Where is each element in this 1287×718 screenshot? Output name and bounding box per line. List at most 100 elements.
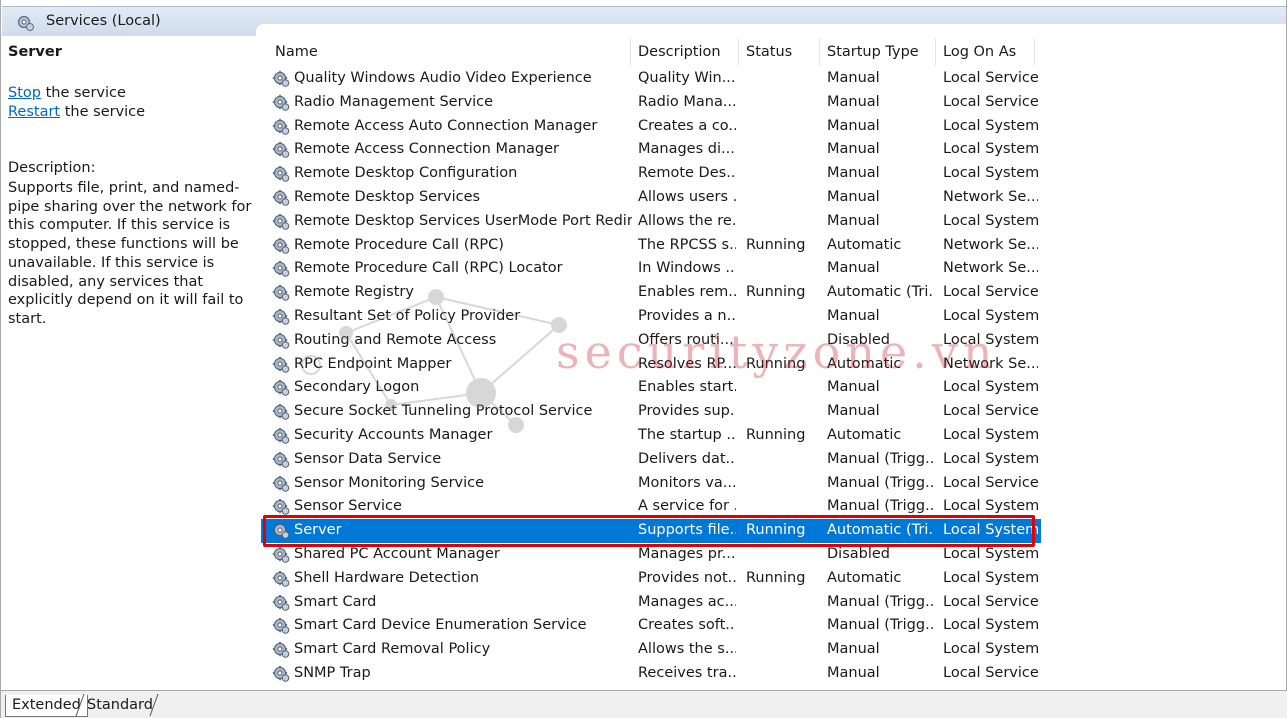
restart-link[interactable]: Restart bbox=[8, 104, 60, 120]
service-gear-icon bbox=[272, 617, 290, 635]
service-log-on-as: Local System bbox=[943, 498, 1038, 515]
service-description: Creates a co... bbox=[638, 117, 736, 134]
table-row[interactable]: Smart Card Removal Policy Allows the s...… bbox=[261, 638, 1041, 662]
table-row[interactable]: RPC Endpoint Mapper Resolves RP... Running… bbox=[261, 353, 1041, 377]
service-name: Smart Card Removal Policy bbox=[294, 641, 491, 658]
service-description: Provides sup... bbox=[638, 403, 736, 420]
table-row[interactable]: Remote Access Connection Manager Manages … bbox=[261, 138, 1041, 162]
column-header-startup-type[interactable]: Startup Type bbox=[821, 38, 936, 66]
column-header-description[interactable]: Description bbox=[632, 38, 739, 66]
service-gear-icon bbox=[272, 356, 290, 374]
selected-service-name: Server bbox=[8, 44, 62, 60]
service-gear-icon bbox=[272, 570, 290, 588]
table-row[interactable]: SNMP Trap Receives tra... Manual Local Serv… bbox=[261, 662, 1041, 686]
list-tab-edge bbox=[256, 24, 1286, 38]
table-row[interactable]: Radio Management Service Radio Mana... Man… bbox=[261, 91, 1041, 115]
service-name: Remote Registry bbox=[294, 284, 414, 301]
service-gear-icon bbox=[272, 237, 290, 255]
table-row[interactable]: Smart Card Device Enumeration Service Cre… bbox=[261, 614, 1041, 638]
service-description: Allows users ... bbox=[638, 189, 736, 205]
service-status: Running bbox=[746, 522, 806, 539]
service-log-on-as: Local System bbox=[943, 141, 1038, 158]
service-name: Remote Procedure Call (RPC) bbox=[294, 236, 504, 253]
service-name: Sensor Monitoring Service bbox=[294, 474, 485, 491]
description-text: Supports file, print, and named-pipe sha… bbox=[8, 180, 252, 327]
service-description: Creates soft... bbox=[638, 617, 736, 634]
table-row[interactable]: Remote Procedure Call (RPC) Locator In Wi… bbox=[261, 257, 1041, 281]
table-row[interactable]: Remote Registry Enables rem... Running Auto… bbox=[261, 281, 1041, 305]
service-log-on-as: Local System bbox=[943, 165, 1038, 182]
table-row[interactable]: Sensor Data Service Delivers dat... Manual… bbox=[261, 448, 1041, 472]
table-row[interactable]: Remote Desktop Services UserMode Port Re… bbox=[261, 210, 1041, 234]
service-startup-type: Manual bbox=[827, 641, 880, 658]
description-label: Description: bbox=[8, 160, 96, 176]
sort-ascending-icon: ^ bbox=[453, 38, 462, 45]
service-description: Manages ac... bbox=[638, 593, 736, 610]
table-row[interactable]: Remote Procedure Call (RPC) The RPCSS s..… bbox=[261, 234, 1041, 258]
service-gear-icon bbox=[272, 118, 290, 136]
service-description: The startup ... bbox=[638, 427, 736, 443]
table-row[interactable]: Sensor Monitoring Service Monitors va... M… bbox=[261, 472, 1041, 496]
service-log-on-as: Local System bbox=[943, 308, 1038, 324]
service-description: A service for ... bbox=[638, 498, 736, 515]
table-row[interactable]: Server Supports file... Running Automatic (… bbox=[261, 519, 1041, 544]
service-name: Shared PC Account Manager bbox=[294, 546, 500, 562]
service-name: Sensor Service bbox=[294, 498, 402, 515]
service-startup-type: Manual bbox=[827, 141, 880, 158]
table-row[interactable]: Remote Access Auto Connection Manager Cre… bbox=[261, 115, 1041, 139]
service-gear-icon bbox=[272, 332, 290, 350]
service-name: Remote Desktop Services UserMode Port Re… bbox=[294, 212, 632, 229]
column-header-log-on-as[interactable]: Log On As bbox=[937, 38, 1035, 66]
table-row[interactable]: Smart Card Manages ac... Manual (Trigg... L… bbox=[261, 591, 1041, 615]
services-gear-icon bbox=[17, 15, 34, 31]
service-startup-type: Manual bbox=[827, 308, 880, 324]
service-description: Provides not... bbox=[638, 569, 736, 586]
table-row[interactable]: Secondary Logon Enables start... Manual Loc… bbox=[261, 376, 1041, 400]
table-row[interactable]: Quality Windows Audio Video Experience Qu… bbox=[261, 67, 1041, 91]
service-description: Manages pr... bbox=[638, 546, 736, 562]
service-startup-type: Manual bbox=[827, 379, 880, 396]
stop-suffix: the service bbox=[40, 85, 126, 101]
service-name: Shell Hardware Detection bbox=[294, 569, 480, 586]
service-gear-icon bbox=[272, 665, 290, 683]
service-gear-icon bbox=[272, 403, 290, 421]
header-title: Services (Local) bbox=[46, 13, 161, 29]
stop-link[interactable]: Stop bbox=[8, 85, 41, 101]
table-row[interactable]: Remote Desktop Services Allows users ... M… bbox=[261, 186, 1041, 210]
table-row[interactable]: Shell Hardware Detection Provides not... R… bbox=[261, 567, 1041, 591]
restart-suffix: the service bbox=[60, 104, 146, 120]
column-header-status[interactable]: Status bbox=[740, 38, 820, 66]
table-row[interactable]: Resultant Set of Policy Provider Provides… bbox=[261, 305, 1041, 329]
table-row[interactable]: Remote Desktop Configuration Remote Des..… bbox=[261, 162, 1041, 186]
table-row[interactable]: Shared PC Account Manager Manages pr... Di… bbox=[261, 543, 1041, 567]
service-log-on-as: Network Se... bbox=[943, 236, 1038, 253]
service-gear-icon bbox=[272, 308, 290, 326]
service-name: RPC Endpoint Mapper bbox=[294, 355, 452, 372]
tab-standard[interactable]: Standard bbox=[81, 695, 159, 717]
service-gear-icon bbox=[272, 141, 290, 159]
service-startup-type: Manual bbox=[827, 212, 880, 229]
table-row[interactable]: Routing and Remote Access Offers routi...… bbox=[261, 329, 1041, 353]
table-row[interactable]: Secure Socket Tunneling Protocol Service… bbox=[261, 400, 1041, 424]
service-log-on-as: Local Service bbox=[943, 403, 1038, 420]
column-header-status-label: Status bbox=[746, 44, 793, 60]
service-description: Resolves RP... bbox=[638, 355, 736, 372]
service-description: Offers routi... bbox=[638, 331, 734, 348]
service-name: Smart Card Device Enumeration Service bbox=[294, 617, 587, 634]
service-gear-icon bbox=[272, 165, 290, 183]
column-header-log-on-as-label: Log On As bbox=[943, 44, 1017, 60]
service-startup-type: Manual bbox=[827, 260, 880, 277]
service-startup-type: Automatic bbox=[827, 569, 902, 586]
service-startup-type: Automatic (Tri... bbox=[827, 284, 933, 301]
service-name: Remote Procedure Call (RPC) Locator bbox=[294, 260, 563, 277]
table-row[interactable]: Sensor Service A service for ... Manual (T… bbox=[261, 495, 1041, 519]
service-startup-type: Automatic bbox=[827, 427, 902, 443]
service-name: Secure Socket Tunneling Protocol Service bbox=[294, 403, 593, 420]
service-status: Running bbox=[746, 427, 806, 443]
service-gear-icon bbox=[272, 260, 290, 278]
column-header-name[interactable]: ^ Name bbox=[269, 38, 631, 66]
service-startup-type: Disabled bbox=[827, 546, 890, 562]
table-row[interactable]: Security Accounts Manager The startup ...… bbox=[261, 424, 1041, 448]
service-description: The RPCSS s... bbox=[638, 236, 736, 253]
service-name: Smart Card bbox=[294, 593, 377, 610]
